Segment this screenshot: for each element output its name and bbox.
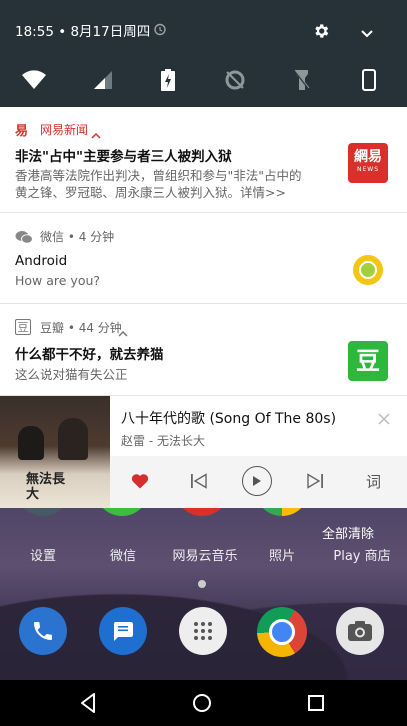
recents-button[interactable] [304, 691, 328, 715]
wechat-notification[interactable]: 微信 • 4 分钟 Android How are you? [0, 213, 407, 304]
home-button[interactable] [190, 691, 214, 715]
next-track-icon[interactable] [307, 473, 324, 493]
page-indicator-dot [198, 580, 206, 588]
notification-text-line2: 黄之锋、罗冠聪、周永康三人被判入狱。详情>> [15, 185, 286, 200]
clear-all-button[interactable]: 全部清除 [322, 523, 374, 542]
douban-small-icon: 豆 [15, 319, 31, 335]
navigation-bar [0, 680, 407, 726]
app-label-wechat: 微信 [109, 549, 136, 564]
notification-title: Android [15, 253, 68, 269]
netease-news-badge: 網易 NEWS [348, 143, 388, 183]
expand-chevron-icon[interactable] [360, 24, 374, 43]
quick-settings-panel: 18:55 • 8月17日周四 [0, 0, 407, 107]
app-label-settings: 设置 [29, 549, 56, 564]
netease-app-icon: 易 [15, 124, 29, 139]
flashlight-off-icon[interactable] [288, 66, 316, 94]
back-button[interactable] [76, 691, 100, 715]
notification-app-name: 微信 • 4 分钟 [40, 230, 115, 244]
cellular-signal-icon[interactable] [89, 66, 117, 94]
media-controls-row: 词 [110, 456, 407, 508]
like-heart-icon[interactable] [131, 473, 149, 493]
app-label-netease-music: 网易云音乐 [172, 549, 238, 564]
messages-icon[interactable] [99, 607, 147, 655]
netease-news-notification[interactable]: 易 网易新闻 非法"占中"主要参与者三人被判入狱 香港高等法院作出判决，曾组织和… [0, 107, 407, 213]
notification-text: 这么说对猫有失公正 [15, 367, 128, 382]
play-button[interactable] [242, 466, 272, 496]
data-saver-off-icon[interactable] [221, 66, 249, 94]
collapse-chevron-icon[interactable] [118, 322, 128, 341]
album-art: 無法長大 [0, 396, 110, 508]
music-player-notification[interactable]: 無法長大 八十年代的歌 (Song Of The 80s) 赵雷 - 无法长大 … [0, 396, 407, 508]
phone-icon[interactable] [19, 607, 67, 655]
app-label-photos: 照片 [268, 549, 295, 564]
collapse-chevron-icon[interactable] [91, 124, 101, 143]
song-artist: 赵雷 - 无法长大 [121, 434, 205, 448]
douban-notification[interactable]: 豆 豆瓣 • 44 分钟 什么都干不好，就去养猫 这么说对猫有失公正 豆 [0, 304, 407, 396]
settings-gear-icon[interactable] [312, 22, 330, 44]
douban-badge: 豆 [348, 341, 388, 381]
alarm-icon [153, 21, 167, 40]
screen-rotation-icon[interactable] [355, 66, 383, 94]
camera-icon[interactable] [336, 607, 384, 655]
status-time-date: 18:55 • 8月17日周四 [15, 24, 151, 40]
app-drawer-icon[interactable] [179, 607, 227, 655]
battery-charging-icon[interactable] [154, 66, 182, 94]
wifi-icon[interactable] [20, 66, 48, 94]
chrome-icon[interactable] [257, 607, 307, 657]
wechat-icon [15, 229, 33, 248]
notification-title: 非法"占中"主要参与者三人被判入狱 [15, 149, 232, 165]
notification-app-name: 豆瓣 • 44 分钟 [40, 321, 122, 335]
notification-text: How are you? [15, 273, 101, 288]
notification-app-name: 网易新闻 [40, 123, 89, 137]
android-avatar-icon [353, 255, 383, 285]
lyrics-button[interactable]: 词 [366, 471, 381, 492]
notification-title: 什么都干不好，就去养猫 [15, 347, 164, 363]
album-title-text: 無法長大 [26, 472, 66, 502]
song-title: 八十年代的歌 (Song Of The 80s) [121, 411, 337, 427]
dismiss-close-icon[interactable] [378, 410, 390, 429]
app-label-play-store: Play 商店 [333, 549, 391, 564]
previous-track-icon[interactable] [190, 473, 207, 493]
